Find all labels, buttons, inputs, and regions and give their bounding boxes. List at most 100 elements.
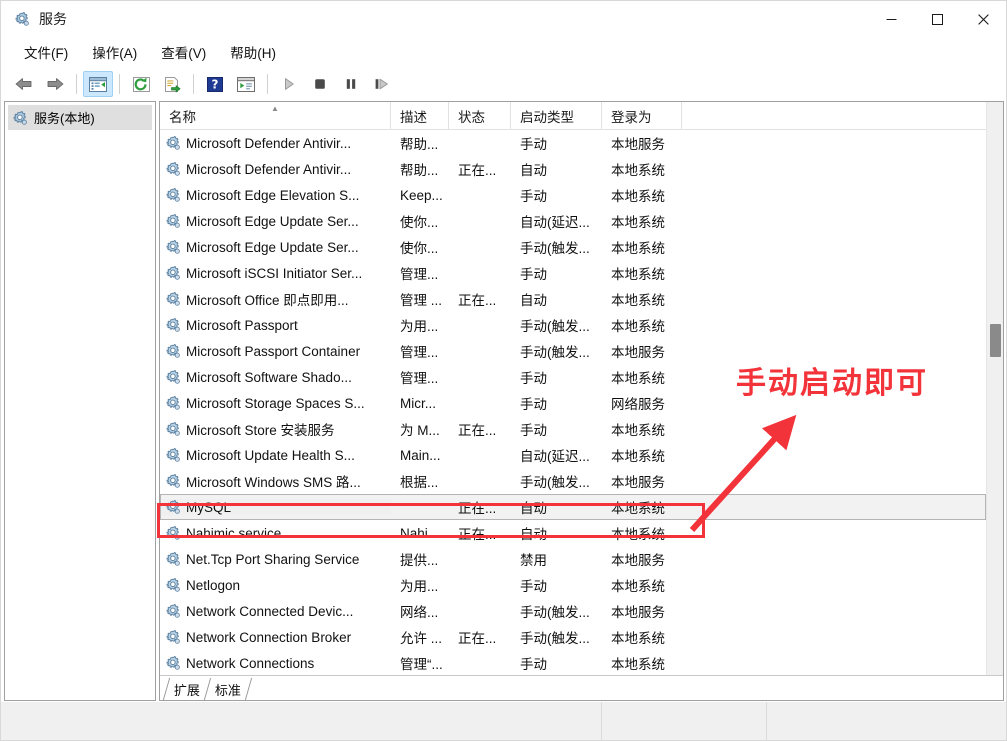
- back-arrow-icon: [15, 78, 32, 90]
- service-name-label: Microsoft Software Shado...: [186, 369, 352, 385]
- table-row[interactable]: Microsoft Passport Container 管理... 手动(触发..…: [160, 338, 986, 364]
- service-gear-icon: [165, 291, 181, 307]
- vertical-scrollbar-thumb[interactable]: [990, 324, 1001, 357]
- toolbar-stop-service-button[interactable]: [305, 71, 335, 97]
- cell-service-name: Microsoft iSCSI Initiator Ser...: [160, 265, 391, 281]
- toolbar-pause-service-button[interactable]: [336, 71, 366, 97]
- toolbar-start-service-button[interactable]: [274, 71, 304, 97]
- table-row[interactable]: Network Connection Broker 允许 ... 正在... 手动(触…: [160, 624, 986, 650]
- table-row[interactable]: Microsoft Windows SMS 路... 根据... 手动(触发... 本…: [160, 468, 986, 494]
- table-row[interactable]: Microsoft Update Health S... Main... 自动(延迟…: [160, 442, 986, 468]
- menu-action[interactable]: 操作(A): [82, 38, 147, 66]
- cell-log-on-as: 本地系统: [611, 267, 665, 282]
- cell-startup-type: 手动: [520, 371, 547, 386]
- menu-help[interactable]: 帮助(H): [220, 38, 286, 66]
- table-row[interactable]: Net.Tcp Port Sharing Service 提供... 禁用 本地服务: [160, 546, 986, 572]
- column-header-log-on-as[interactable]: 登录为: [602, 102, 682, 129]
- table-row[interactable]: Netlogon 为用... 手动 本地系统: [160, 572, 986, 598]
- cell-description: 管理...: [400, 371, 439, 386]
- service-gear-icon: [165, 343, 181, 359]
- toolbar-export-list-button[interactable]: [157, 71, 187, 97]
- column-header-status[interactable]: 状态: [449, 102, 511, 129]
- cell-startup-type: 自动(延迟...: [520, 449, 590, 464]
- table-row[interactable]: Microsoft Defender Antivir... 帮助... 手动 本地服务: [160, 130, 986, 156]
- table-row[interactable]: Microsoft Storage Spaces S... Micr... 手动 网络…: [160, 390, 986, 416]
- service-gear-icon: [166, 162, 180, 176]
- table-row[interactable]: Nahimic service Nahi... 正在... 自动 本地系统: [160, 520, 986, 546]
- table-row[interactable]: MySQL 正在... 自动 本地系统: [160, 494, 986, 520]
- toolbar-refresh-button[interactable]: [126, 71, 156, 97]
- maximize-button[interactable]: [914, 1, 960, 37]
- toolbar-forward-button[interactable]: [40, 71, 70, 97]
- cell-log-on-as: 本地系统: [611, 189, 665, 204]
- service-gear-icon: [166, 292, 180, 306]
- toolbar-help-button[interactable]: ?: [200, 71, 230, 97]
- cell-startup-type: 自动: [520, 293, 547, 308]
- cell-log-on-as: 本地系统: [611, 527, 665, 542]
- table-row[interactable]: Microsoft Store 安装服务 为 M... 正在... 手动 本地系统: [160, 416, 986, 442]
- cell-log-on-as: 本地系统: [602, 497, 682, 517]
- cell-startup-type: 手动: [520, 267, 547, 282]
- menu-view[interactable]: 查看(V): [151, 38, 216, 66]
- service-name-label: Netlogon: [186, 577, 241, 593]
- close-button[interactable]: [960, 1, 1006, 37]
- table-row[interactable]: Microsoft Passport 为用... 手动(触发... 本地系统: [160, 312, 986, 338]
- cell-service-name: Microsoft Software Shado...: [160, 369, 391, 385]
- service-gear-icon: [166, 344, 180, 358]
- cell-description: 帮助...: [400, 163, 439, 178]
- content-area: 服务(本地) 名称 ▲ 描述 状态 启动类型 登录为 Microsoft Def…: [1, 101, 1006, 701]
- table-row[interactable]: Microsoft iSCSI Initiator Ser... 管理... 手动 本…: [160, 260, 986, 286]
- toolbar-restart-service-button[interactable]: [367, 71, 397, 97]
- cell-description: Main...: [400, 447, 441, 463]
- tab-extended[interactable]: 扩展: [162, 678, 211, 700]
- tree-node-label: 服务(本地): [34, 111, 95, 126]
- service-gear-icon: [165, 551, 181, 567]
- menu-file[interactable]: 文件(F): [14, 38, 78, 66]
- table-row[interactable]: Microsoft Office 即点即用... 管理 ... 正在... 自动 本地系…: [160, 286, 986, 312]
- cell-service-name: Microsoft Storage Spaces S...: [160, 395, 391, 411]
- table-row[interactable]: Microsoft Edge Update Ser... 使你... 自动(延迟..…: [160, 208, 986, 234]
- column-header-name[interactable]: 名称 ▲: [160, 102, 391, 129]
- service-gear-icon: [166, 370, 180, 384]
- service-gear-icon: [166, 240, 180, 254]
- service-gear-icon: [165, 629, 181, 645]
- tab-standard[interactable]: 标准: [203, 678, 253, 700]
- refresh-icon: [132, 76, 150, 92]
- cell-log-on-as: 本地服务: [611, 475, 665, 490]
- cell-startup-type: 手动: [520, 657, 547, 672]
- cell-startup-type: 禁用: [520, 553, 547, 568]
- service-gear-icon: [165, 317, 181, 333]
- service-name-label: Microsoft Update Health S...: [186, 447, 355, 463]
- cell-service-name: Network Connection Broker: [160, 629, 391, 645]
- cell-description: 为用...: [400, 579, 439, 594]
- tree-node-services-local[interactable]: 服务(本地): [8, 105, 152, 130]
- cell-service-name: Net.Tcp Port Sharing Service: [160, 551, 391, 567]
- minimize-button[interactable]: [868, 1, 914, 37]
- table-row[interactable]: Microsoft Edge Update Ser... 使你... 手动(触发..…: [160, 234, 986, 260]
- cell-log-on-as: 本地系统: [611, 319, 665, 334]
- cell-service-name: Microsoft Windows SMS 路...: [160, 471, 391, 491]
- table-row[interactable]: Microsoft Edge Elevation S... Keep... 手动 本地…: [160, 182, 986, 208]
- service-name-label: Microsoft Edge Update Ser...: [186, 213, 359, 229]
- service-gear-icon: [165, 187, 181, 203]
- service-name-label: Network Connection Broker: [186, 629, 352, 645]
- service-name-label: Network Connections: [186, 655, 315, 671]
- column-header-description[interactable]: 描述: [391, 102, 449, 129]
- table-row[interactable]: Network Connected Devic... 网络... 手动(触发... 本…: [160, 598, 986, 624]
- table-row[interactable]: Microsoft Defender Antivir... 帮助... 正在... 自…: [160, 156, 986, 182]
- toolbar-properties-button[interactable]: [231, 71, 261, 97]
- cell-status: 正在...: [458, 527, 497, 542]
- column-header-startup-type[interactable]: 启动类型: [511, 102, 602, 129]
- cell-service-name: Microsoft Passport: [160, 317, 391, 333]
- table-row[interactable]: Network Connections 管理“... 手动 本地系统: [160, 650, 986, 675]
- cell-log-on-as: 本地服务: [611, 345, 665, 360]
- vertical-scrollbar[interactable]: [986, 102, 1003, 675]
- toolbar-back-button[interactable]: [9, 71, 39, 97]
- toolbar-show-hide-tree-button[interactable]: [83, 71, 113, 97]
- cell-description: 根据...: [400, 475, 439, 490]
- table-row[interactable]: Microsoft Software Shado... 管理... 手动 本地系统: [160, 364, 986, 390]
- cell-service-name: Microsoft Edge Update Ser...: [160, 239, 391, 255]
- title-bar-left: 服务: [1, 9, 67, 29]
- service-gear-icon: [166, 318, 180, 332]
- service-name-label: Microsoft Edge Update Ser...: [186, 239, 359, 255]
